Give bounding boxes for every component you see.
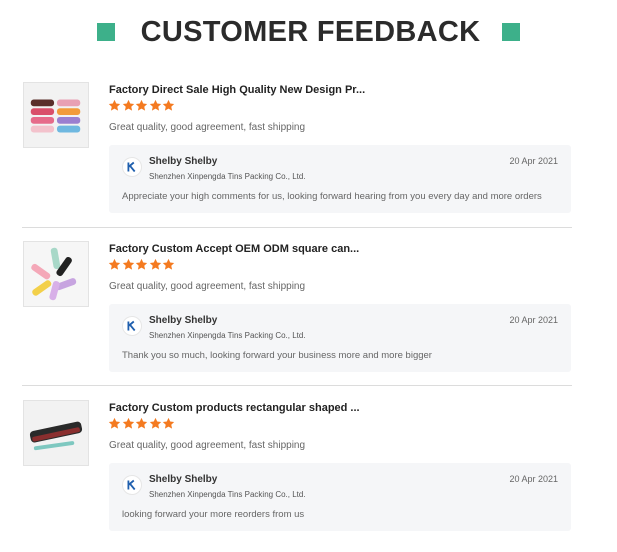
star-icon — [135, 417, 148, 429]
review-comment: Great quality, good agreement, fast ship… — [109, 440, 306, 451]
product-title[interactable]: Factory Custom Accept OEM ODM square can… — [109, 243, 359, 255]
left-accent-square-icon — [96, 23, 115, 41]
star-rating — [108, 99, 176, 112]
reply-author-name: Shelby Shelby — [149, 315, 218, 326]
reply-text: looking forward your more reorders from … — [122, 509, 305, 520]
reply-date: 20 Apr 2021 — [509, 156, 558, 166]
colorful-pencil-cases-image — [24, 83, 88, 147]
product-thumbnail[interactable] — [23, 400, 89, 466]
star-icon — [149, 417, 161, 429]
star-icon — [108, 258, 121, 270]
supplier-logo-icon — [122, 475, 142, 495]
page-title: CUSTOMER FEEDBACK — [140, 15, 481, 48]
review-comment: Great quality, good agreement, fast ship… — [109, 281, 306, 292]
pastel-tins-fan-image — [24, 242, 88, 306]
star-icon — [122, 99, 134, 111]
reply-company: Shenzhen Xinpengda Tins Packing Co., Ltd… — [149, 172, 306, 181]
reply-date: 20 Apr 2021 — [509, 474, 558, 484]
star-icon — [149, 99, 161, 111]
reply-author-name: Shelby Shelby — [149, 474, 218, 485]
product-thumbnail[interactable] — [23, 241, 89, 307]
star-icon — [135, 258, 148, 270]
feedback-header: CUSTOMER FEEDBACK — [0, 12, 617, 52]
reply-date: 20 Apr 2021 — [509, 315, 558, 325]
star-icon — [122, 417, 134, 429]
reply-text: Thank you so much, looking forward your … — [122, 350, 432, 361]
supplier-logo-icon — [122, 157, 142, 177]
right-accent-square-icon — [502, 23, 521, 41]
reply-company: Shenzhen Xinpengda Tins Packing Co., Ltd… — [149, 331, 306, 340]
star-icon — [162, 99, 175, 111]
star-icon — [162, 258, 175, 270]
star-rating — [108, 417, 176, 430]
supplier-logo-icon — [122, 316, 142, 336]
supplier-reply: Shelby Shelby Shenzhen Xinpengda Tins Pa… — [109, 304, 571, 372]
star-rating — [108, 258, 176, 271]
reply-company: Shenzhen Xinpengda Tins Packing Co., Ltd… — [149, 490, 306, 499]
supplier-reply: Shelby Shelby Shenzhen Xinpengda Tins Pa… — [109, 145, 571, 213]
star-icon — [149, 258, 161, 270]
star-icon — [122, 258, 134, 270]
product-title[interactable]: Factory Custom products rectangular shap… — [109, 402, 360, 414]
review-divider — [22, 385, 572, 386]
review-divider — [22, 227, 572, 228]
star-icon — [108, 99, 121, 111]
product-thumbnail[interactable] — [23, 82, 89, 148]
review-comment: Great quality, good agreement, fast ship… — [109, 122, 306, 133]
star-icon — [135, 99, 148, 111]
product-title[interactable]: Factory Direct Sale High Quality New Des… — [109, 84, 365, 96]
reply-text: Appreciate your high comments for us, lo… — [122, 191, 542, 202]
star-icon — [162, 417, 175, 429]
supplier-reply: Shelby Shelby Shenzhen Xinpengda Tins Pa… — [109, 463, 571, 531]
reply-author-name: Shelby Shelby — [149, 156, 218, 167]
dark-pencil-tin-image — [24, 401, 88, 465]
star-icon — [108, 417, 121, 429]
